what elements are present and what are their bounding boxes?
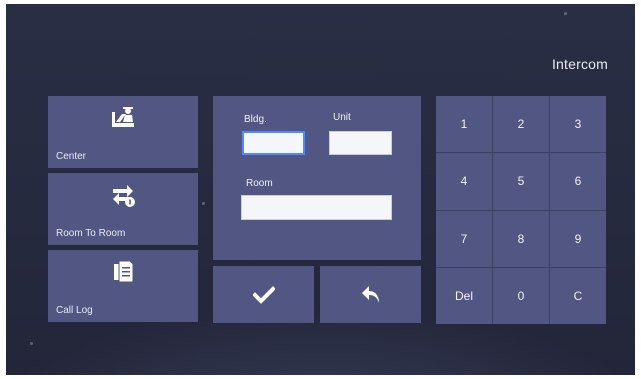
- address-entry-panel: Bldg. Unit Room: [213, 96, 421, 260]
- key-2[interactable]: 2: [493, 96, 549, 153]
- call-log-icon: [112, 260, 134, 284]
- unit-field[interactable]: [329, 131, 392, 155]
- key-7[interactable]: 7: [436, 210, 492, 267]
- key-1[interactable]: 1: [436, 96, 492, 153]
- unit-input[interactable]: [330, 132, 391, 154]
- confirm-button[interactable]: [213, 266, 314, 323]
- key-8[interactable]: 8: [493, 210, 549, 267]
- key-5[interactable]: 5: [493, 153, 549, 210]
- room-transfer-icon: [110, 183, 136, 207]
- unit-label: Unit: [333, 112, 351, 123]
- room-input[interactable]: [242, 196, 391, 219]
- call-log-label: Call Log: [56, 305, 93, 316]
- background-sparkle: [564, 12, 567, 15]
- page-title: Intercom: [551, 56, 608, 72]
- checkmark-icon: [252, 285, 275, 304]
- center-label: Center: [56, 151, 87, 162]
- background-sparkle: [202, 202, 205, 205]
- bldg-label: Bldg.: [244, 114, 267, 125]
- room-label: Room: [246, 178, 273, 189]
- bldg-field[interactable]: [242, 131, 305, 155]
- back-button[interactable]: [320, 266, 421, 323]
- key-clear[interactable]: C: [550, 267, 606, 324]
- room-to-room-button[interactable]: Room To Room: [48, 173, 198, 245]
- key-6[interactable]: 6: [550, 153, 606, 210]
- back-arrow-icon: [361, 285, 379, 303]
- room-field[interactable]: [241, 195, 392, 220]
- key-9[interactable]: 9: [550, 210, 606, 267]
- bldg-input[interactable]: [244, 133, 303, 153]
- center-button[interactable]: Center: [48, 96, 198, 168]
- call-log-button[interactable]: Call Log: [48, 250, 198, 322]
- key-del[interactable]: Del: [436, 267, 492, 324]
- numeric-keypad: 1 2 3 4 5 6 7 8 9 Del 0 C: [436, 96, 606, 324]
- intercom-screen: Intercom Center Room To Room Call Log Bl…: [6, 4, 635, 375]
- key-0[interactable]: 0: [493, 267, 549, 324]
- key-3[interactable]: 3: [550, 96, 606, 153]
- key-4[interactable]: 4: [436, 153, 492, 210]
- room-to-room-label: Room To Room: [56, 228, 126, 239]
- background-sparkle: [30, 342, 33, 345]
- center-desk-icon: [110, 106, 136, 130]
